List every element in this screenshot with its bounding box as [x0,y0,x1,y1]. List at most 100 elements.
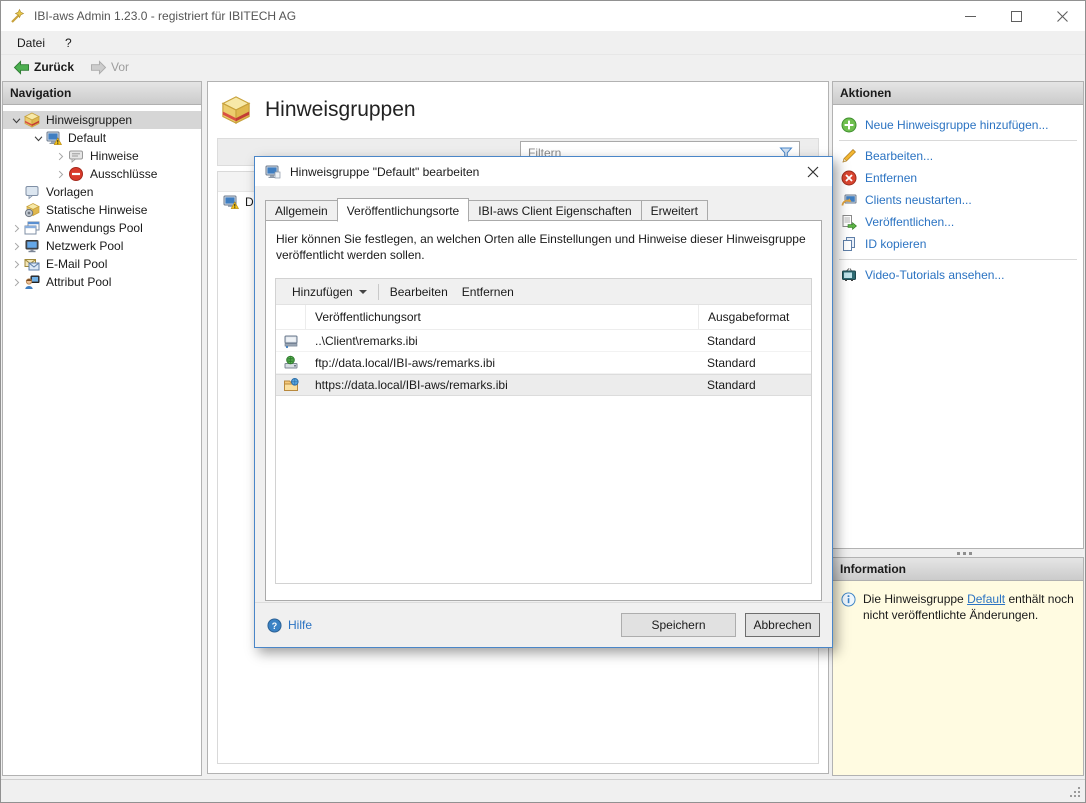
location-row-client[interactable]: ..\Client\remarks.ibi Standard [276,330,811,352]
tree-label: Ausschlüsse [90,167,157,181]
help-label: Hilfe [288,618,312,632]
block-minus-icon [68,166,84,182]
actions-panel: Aktionen Neue Hinweisgruppe hinzufügen..… [832,81,1084,549]
chevron-right-icon[interactable] [11,241,22,252]
tree-item-anwendungs-pool[interactable]: Anwendungs Pool [3,219,201,237]
location-format: Standard [698,378,811,392]
speech-bubble-icon [68,148,84,164]
close-button[interactable] [1039,1,1085,31]
navigation-header: Navigation [3,82,201,105]
chevron-right-icon[interactable] [11,259,22,270]
statusbar [1,779,1085,802]
chevron-right-icon[interactable] [55,151,66,162]
column-ausgabeformat[interactable]: Ausgabeformat [698,305,811,329]
monitor-warning-icon [223,194,239,210]
locations-table-header: Veröffentlichungsort Ausgabeformat [276,305,811,330]
tv-icon [841,267,857,283]
information-panel: Information Die Hinweisgruppe Default en… [832,557,1084,776]
window-title: IBI-aws Admin 1.23.0 - registriert für I… [34,9,296,23]
action-add-group[interactable]: Neue Hinweisgruppe hinzufügen... [833,114,1083,136]
add-location-button[interactable]: Hinzufügen [285,282,374,302]
edit-location-button[interactable]: Bearbeiten [383,282,455,302]
resize-grip-icon[interactable] [1069,786,1082,799]
menu-help[interactable]: ? [55,33,82,53]
maximize-button[interactable] [993,1,1039,31]
action-publish[interactable]: Veröffentlichen... [833,211,1083,233]
info-text-before: Die Hinweisgruppe [863,592,964,606]
splitter-handle[interactable] [832,549,1084,557]
location-path: ..\Client\remarks.ibi [306,334,698,348]
tree-item-hinweisgruppen[interactable]: Hinweisgruppen [3,111,201,129]
forward-label: Vor [111,60,129,74]
edit-location-label: Bearbeiten [390,285,448,299]
chevron-right-icon[interactable] [11,277,22,288]
tree-item-default[interactable]: Default [3,129,201,147]
package-box-icon [24,112,40,128]
back-button[interactable]: Zurück [7,58,80,77]
titlebar: IBI-aws Admin 1.23.0 - registriert für I… [1,1,1085,31]
action-label: ID kopieren [865,237,926,251]
forward-button[interactable]: Vor [84,58,135,77]
copy-icon [841,236,857,252]
remove-location-button[interactable]: Entfernen [455,282,521,302]
separator [839,140,1077,141]
page-title-icon [221,95,251,125]
info-default-link[interactable]: Default [967,592,1005,606]
chevron-right-icon[interactable] [55,169,66,180]
tab-veroeffentlichungsorte[interactable]: Veröffentlichungsorte [337,198,470,222]
menu-file[interactable]: Datei [7,33,55,53]
tree-item-vorlagen[interactable]: Vorlagen [3,183,201,201]
template-bubble-icon [24,184,40,200]
add-circle-icon [841,117,857,133]
tab-allgemein[interactable]: Allgemein [265,200,338,221]
save-button[interactable]: Speichern [621,613,736,637]
tree-item-ausschluesse[interactable]: Ausschlüsse [3,165,201,183]
chevron-down-icon[interactable] [33,133,44,144]
action-restart-clients[interactable]: Clients neustarten... [833,189,1083,211]
location-format: Standard [698,356,811,370]
action-remove[interactable]: Entfernen [833,167,1083,189]
tree-label: Hinweisgruppen [46,113,132,127]
monitor-warning-icon [46,130,62,146]
action-label: Veröffentlichen... [865,215,954,229]
chevron-right-icon[interactable] [11,223,22,234]
tab-erweitert[interactable]: Erweitert [641,200,708,221]
tab-client-eigenschaften[interactable]: IBI-aws Client Eigenschaften [468,200,641,221]
info-icon [841,592,856,607]
help-link[interactable]: ? Hilfe [267,618,312,633]
dialog-description: Hier können Sie festlegen, an welchen Or… [276,231,811,263]
tree-item-email-pool[interactable]: E-Mail Pool [3,255,201,273]
tree-item-hinweise[interactable]: Hinweise [3,147,201,165]
user-monitor-icon [24,274,40,290]
column-veroeffentlichungsort[interactable]: Veröffentlichungsort [306,310,698,324]
dialog-monitor-icon [265,164,281,180]
cancel-button[interactable]: Abbrechen [745,613,820,637]
app-windows-icon [24,220,40,236]
tree-label: Default [68,131,106,145]
location-row-https[interactable]: https://data.local/IBI-aws/remarks.ibi S… [276,374,811,396]
location-format: Standard [698,334,811,348]
tree-label: Attribut Pool [46,275,111,289]
location-row-ftp[interactable]: ftp://data.local/IBI-aws/remarks.ibi Sta… [276,352,811,374]
action-video-tutorials[interactable]: Video-Tutorials ansehen... [833,264,1083,286]
actions-header: Aktionen [833,82,1083,105]
action-copy-id[interactable]: ID kopieren [833,233,1083,255]
dialog-close-button[interactable] [796,158,830,186]
tree-item-statische-hinweise[interactable]: Statische Hinweise [3,201,201,219]
locations-toolbar: Hinzufügen Bearbeiten Entfernen [276,279,811,305]
minimize-button[interactable] [947,1,993,31]
tree-label: Anwendungs Pool [46,221,143,235]
navigation-tree: Hinweisgruppen Default Hinweise Ausschlü… [3,105,201,291]
navigation-panel: Navigation Hinweisgruppen Default Hinwei… [2,81,202,776]
tree-label: E-Mail Pool [46,257,107,271]
back-arrow-icon [13,60,30,75]
edit-group-dialog: Hinweisgruppe "Default" bearbeiten Allge… [254,156,833,648]
tree-item-attribut-pool[interactable]: Attribut Pool [3,273,201,291]
tree-item-netzwerk-pool[interactable]: Netzwerk Pool [3,237,201,255]
separator [378,284,379,300]
app-icon [10,8,26,24]
dropdown-caret-icon [359,290,367,294]
action-edit[interactable]: Bearbeiten... [833,145,1083,167]
tree-label: Netzwerk Pool [46,239,123,253]
chevron-down-icon[interactable] [11,115,22,126]
